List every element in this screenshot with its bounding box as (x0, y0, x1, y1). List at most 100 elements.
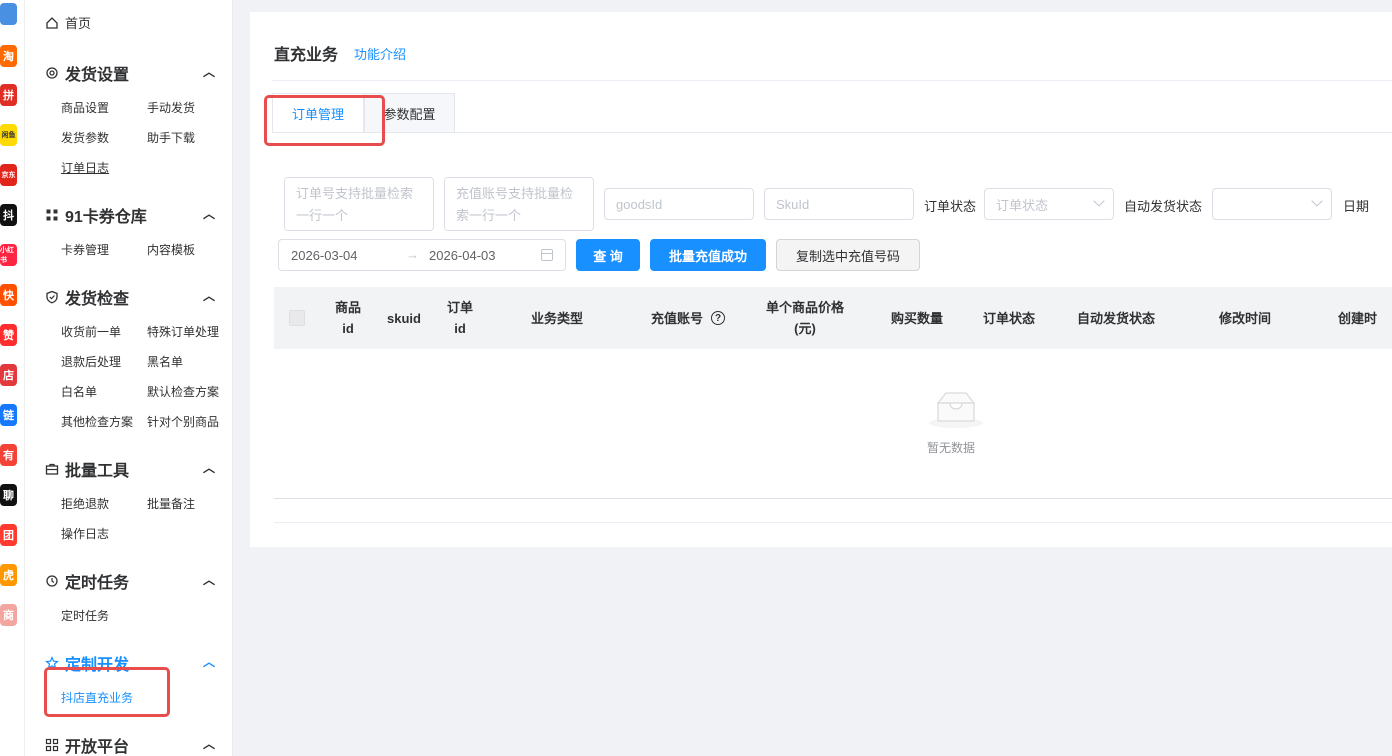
chevron-up-icon: ︿ (202, 207, 215, 221)
sidebar-item-operation-log[interactable]: 操作日志 (61, 525, 109, 542)
empty-inbox-icon (929, 392, 983, 428)
platform-icon-weidian[interactable]: 赞 (0, 324, 17, 346)
sidebar-group-ship-check[interactable]: 发货检查 ︿ (45, 285, 215, 309)
column-header-business-type: 业务类型 (530, 310, 583, 326)
platform-icon-douyin-chat[interactable]: 聊 (0, 484, 17, 506)
toolbox-icon (45, 462, 59, 476)
sidebar-group-open-platform[interactable]: 开放平台 ︿ (45, 733, 215, 756)
date-range-picker[interactable]: 2026-03-04 → 2026-04-03 (278, 239, 566, 271)
date-start: 2026-03-04 (291, 248, 358, 263)
platform-icon-kuaituan[interactable]: 团 (0, 524, 17, 546)
platform-icon-tiger-app[interactable]: 虎 (0, 564, 17, 586)
sidebar-item-label: 首页 (65, 16, 92, 31)
page-title: 直充业务 (274, 47, 339, 64)
command-icon (45, 208, 59, 222)
platform-icon-kuaishou[interactable]: 快 (0, 284, 17, 306)
column-header-skuid: skuid (387, 310, 421, 326)
sidebar-group-batch-tools[interactable]: 批量工具 ︿ (45, 457, 215, 481)
column-header-recharge-account: 充值账号 ? (630, 287, 746, 349)
chevron-up-icon: ︿ (202, 289, 215, 303)
platform-icon-xianyu[interactable]: 闲鱼 (0, 124, 17, 146)
group-title-text: 批量工具 (65, 463, 130, 480)
order-status-placeholder: 订单状态 (996, 197, 1049, 213)
feature-intro-link[interactable]: 功能介绍 (354, 44, 406, 63)
sidebar-item-blacklist[interactable]: 黑名单 (147, 353, 183, 370)
query-button[interactable]: 查 询 (576, 239, 640, 271)
column-header-label: 充值账号 (650, 310, 703, 326)
column-header-quantity: 购买数量 (890, 310, 943, 326)
platform-icon-jingdong[interactable]: 京东 (0, 164, 17, 186)
sidebar-item-home[interactable]: 首页 (45, 13, 91, 32)
column-header-order-status: 订单状态 (982, 310, 1035, 326)
empty-state-text: 暂无数据 (926, 441, 975, 455)
sidebar-item-special-order[interactable]: 特殊订单处理 (147, 323, 219, 340)
sidebar-item-manual-ship[interactable]: 手动发货 (147, 99, 195, 116)
order-no-input[interactable] (284, 177, 434, 231)
batch-recharge-success-button[interactable]: 批量充值成功 (650, 239, 766, 271)
sidebar-item-other-check[interactable]: 其他检查方案 (61, 413, 133, 430)
platform-switcher: 淘拼闲鱼京东抖小红书快赞店链有聊团虎商 (0, 0, 25, 756)
sidebar-item-scheduled-task[interactable]: 定时任务 (61, 607, 109, 624)
auto-ship-status-select[interactable] (1212, 188, 1332, 220)
recharge-account-input[interactable] (444, 177, 594, 231)
table-footer-border (274, 522, 1392, 523)
date-label: 日期 (1343, 199, 1370, 214)
sidebar-item-assistant-download[interactable]: 助手下载 (147, 129, 195, 146)
date-end: 2026-04-03 (429, 248, 496, 263)
chevron-up-icon: ︿ (202, 737, 215, 751)
sidebar-item-product-settings[interactable]: 商品设置 (61, 99, 109, 116)
chevron-up-icon: ︿ (202, 65, 215, 79)
group-title-text: 发货检查 (65, 291, 130, 308)
calendar-icon (541, 249, 553, 261)
order-status-select[interactable]: 订单状态 (984, 188, 1114, 220)
copy-selected-accounts-button[interactable]: 复制选中充值号码 (776, 239, 920, 271)
main-panel: 直充业务 功能介绍 订单管理 参数配置 订单状态 订单状态 自动发货状态 日期 … (250, 12, 1392, 547)
chevron-down-icon (1093, 195, 1105, 207)
sidebar-item-reject-refund[interactable]: 拒绝退款 (61, 495, 109, 512)
sidebar-item-ship-params[interactable]: 发货参数 (61, 129, 109, 146)
platform-icon-pinduoduo[interactable]: 拼 (0, 84, 17, 106)
sidebar-group-card-warehouse[interactable]: 91卡券仓库 ︿ (45, 203, 215, 227)
sidebar-item-order-log[interactable]: 订单日志 (61, 159, 109, 176)
group-title-text: 发货设置 (65, 67, 130, 84)
sidebar-item-default-check[interactable]: 默认检查方案 (147, 383, 219, 400)
sidebar-group-scheduled-tasks[interactable]: 定时任务 ︿ (45, 569, 215, 593)
platform-icon-shop-app[interactable]: 商 (0, 604, 17, 626)
group-title-text: 91卡券仓库 (65, 209, 147, 226)
chevron-up-icon: ︿ (202, 573, 215, 587)
gear-icon (45, 66, 59, 80)
sidebar-item-batch-note[interactable]: 批量备注 (147, 495, 195, 512)
platform-icon-douyin[interactable]: 抖 (0, 204, 17, 226)
platform-icon-dianpu[interactable]: 店 (0, 364, 17, 386)
platform-icon-taobao[interactable]: 淘 (0, 45, 17, 67)
group-title-text: 开放平台 (65, 739, 130, 756)
home-icon (45, 16, 59, 30)
sidebar-item-content-template[interactable]: 内容模板 (147, 241, 195, 258)
platform-icon-link-app[interactable]: 链 (0, 404, 17, 426)
arrow-right-icon: → (406, 247, 419, 262)
platform-icon-youzan[interactable]: 有 (0, 444, 17, 466)
platform-icon-grid-app[interactable] (0, 3, 17, 25)
sidebar-item-before-receipt[interactable]: 收货前一单 (61, 323, 121, 340)
sidebar-item-card-manage[interactable]: 卡券管理 (61, 241, 109, 258)
sidebar-item-whitelist[interactable]: 白名单 (61, 383, 97, 400)
tab-highlight-box (264, 95, 385, 146)
sidebar-group-delivery-settings[interactable]: 发货设置 ︿ (45, 61, 215, 85)
select-all-checkbox[interactable] (289, 310, 305, 326)
column-header-goods-id: 商品 id (334, 300, 361, 336)
sidebar-item-specific-products[interactable]: 针对个别商品 (147, 413, 219, 430)
sidebar-item-after-refund[interactable]: 退款后处理 (61, 353, 121, 370)
group-title-text: 定时任务 (65, 575, 130, 592)
grid-icon (45, 738, 59, 752)
chevron-down-icon (1311, 195, 1323, 207)
sidebar: 首页 发货设置 ︿ 商品设置 手动发货 发货参数 助手下载 订单日志 91卡券仓… (25, 0, 233, 756)
auto-ship-status-label: 自动发货状态 (1124, 199, 1203, 214)
column-header-modified-time: 修改时间 (1218, 310, 1271, 326)
title-divider (272, 80, 1392, 81)
order-status-label: 订单状态 (924, 199, 977, 214)
clock-icon (45, 574, 59, 588)
help-icon[interactable]: ? (711, 311, 725, 325)
goods-id-input[interactable] (604, 188, 754, 220)
platform-icon-xiaohongshu[interactable]: 小红书 (0, 244, 17, 266)
sku-id-input[interactable] (764, 188, 914, 220)
